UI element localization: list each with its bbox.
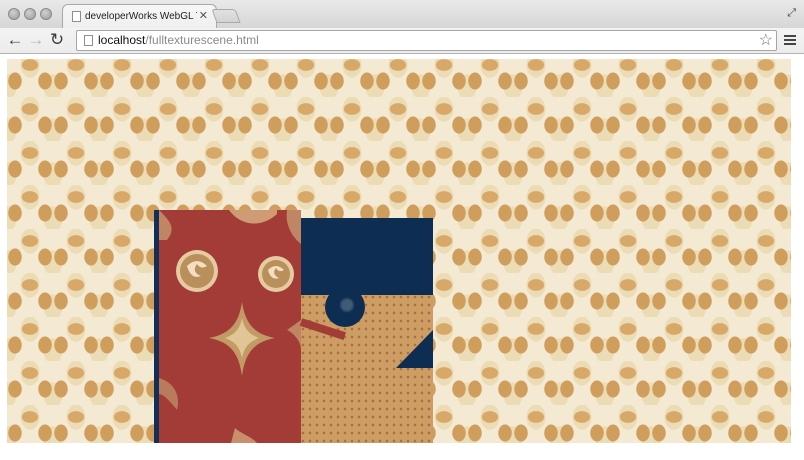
back-button[interactable]: ← xyxy=(6,31,24,49)
url-path: /fulltexturescene.html xyxy=(145,33,259,47)
url-text[interactable]: localhost/fulltexturescene.html xyxy=(98,33,259,48)
webgl-canvas[interactable] xyxy=(7,59,791,443)
window-close-button[interactable] xyxy=(8,8,20,20)
url-host: localhost xyxy=(98,33,146,47)
hamburger-menu-icon[interactable] xyxy=(784,35,796,45)
navy-triangle xyxy=(396,330,433,368)
browser-toolbar: ← → ↻ localhost/fulltexturescene.html ☆ xyxy=(0,28,804,54)
window-zoom-button[interactable] xyxy=(40,8,52,20)
ornament-texture xyxy=(159,210,301,443)
sand-texture-region xyxy=(301,295,433,443)
address-bar[interactable]: localhost/fulltexturescene.html ☆ xyxy=(76,30,777,51)
page-content xyxy=(0,54,804,460)
page-icon xyxy=(72,11,81,22)
tab-title: developerWorks WebGL Th xyxy=(85,11,197,22)
cube-front-face xyxy=(159,210,301,443)
title-bar: developerWorks WebGL Th ✕ ⤢ xyxy=(0,0,804,28)
reload-button[interactable]: ↻ xyxy=(48,31,66,49)
fullscreen-icon[interactable]: ⤢ xyxy=(787,7,796,19)
forward-button[interactable]: → xyxy=(27,31,45,49)
textured-cube xyxy=(154,210,433,443)
browser-tab-active[interactable]: developerWorks WebGL Th ✕ xyxy=(62,4,217,28)
tab-close-icon[interactable]: ✕ xyxy=(199,9,208,23)
bookmark-star-icon[interactable]: ☆ xyxy=(759,31,773,50)
navy-circle xyxy=(325,287,365,327)
new-tab-button[interactable] xyxy=(211,9,241,23)
cube-side-face xyxy=(299,218,433,443)
page-icon xyxy=(84,35,93,46)
window-minimize-button[interactable] xyxy=(24,8,36,20)
